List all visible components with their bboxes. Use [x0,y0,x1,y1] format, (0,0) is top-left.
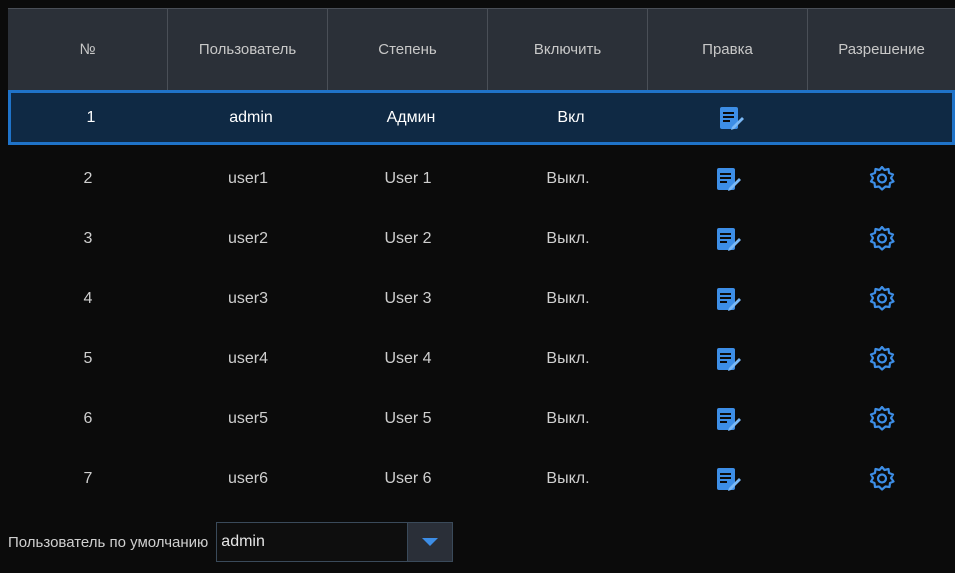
row-user: user4 [227,350,269,367]
permission-cell [808,465,955,492]
row-enabled: Выкл. [546,410,590,427]
row-number: 4 [83,290,93,307]
chevron-down-icon [422,538,439,546]
edit-cell [648,166,808,192]
row-user: user1 [227,170,269,187]
permission-cell [808,285,955,312]
edit-icon[interactable] [718,105,744,131]
table-row[interactable]: 1 admin Админ Вкл [8,90,955,145]
row-enabled: Выкл. [546,290,590,307]
user-management-screen: № Пользователь Степень Включить Правка Р… [0,0,955,573]
edit-cell [648,406,808,432]
row-user: user3 [227,290,269,307]
gear-icon[interactable] [869,225,895,252]
row-level: User 1 [384,170,432,187]
table-row[interactable]: 2 user1 User 1 Выкл. [8,149,955,209]
row-number: 7 [83,470,93,487]
gear-icon[interactable] [869,285,895,312]
edit-icon[interactable] [715,286,741,312]
table-row[interactable]: 5 user4 User 4 Выкл. [8,329,955,389]
header-level: Степень [328,9,488,90]
header-user: Пользователь [168,9,328,90]
row-enabled: Выкл. [546,350,590,367]
permission-cell [808,345,955,372]
edit-cell [651,105,811,131]
row-number: 6 [83,410,93,427]
edit-cell [648,226,808,252]
table-row[interactable]: 7 user6 User 6 Выкл. [8,449,955,509]
table-header: № Пользователь Степень Включить Правка Р… [8,8,955,90]
header-edit: Правка [648,9,808,90]
row-number: 2 [83,170,93,187]
edit-icon[interactable] [715,406,741,432]
header-number: № [8,9,168,90]
row-enabled: Выкл. [546,230,590,247]
edit-cell [648,346,808,372]
table-row[interactable]: 6 user5 User 5 Выкл. [8,389,955,449]
row-user: user6 [227,470,269,487]
row-user: user5 [227,410,269,427]
permission-cell [808,225,955,252]
row-level: User 5 [384,410,432,427]
edit-icon[interactable] [715,466,741,492]
default-user-bar: Пользователь по умолчанию admin [8,520,454,564]
row-level: Админ [386,108,436,126]
edit-icon[interactable] [715,226,741,252]
row-user: user2 [227,230,269,247]
row-number: 1 [86,108,96,126]
gear-icon[interactable] [869,345,895,372]
gear-icon[interactable] [869,465,895,492]
row-enabled: Вкл [557,108,585,126]
header-permission: Разрешение [838,41,925,58]
row-level: User 3 [384,290,432,307]
users-table: № Пользователь Степень Включить Правка Р… [8,8,955,509]
row-level: User 2 [384,230,432,247]
permission-cell [808,165,955,192]
gear-icon[interactable] [869,165,895,192]
gear-icon[interactable] [869,405,895,432]
default-user-select[interactable]: admin [216,522,454,562]
table-body: 1 admin Админ Вкл 2 user1 User 1 Выкл. 3 user2 Use… [8,90,955,509]
row-user: admin [229,108,273,126]
dropdown-button[interactable] [407,523,453,561]
row-enabled: Выкл. [546,170,590,187]
row-level: User 6 [384,470,432,487]
edit-cell [648,466,808,492]
row-number: 3 [83,230,93,247]
default-user-label: Пользователь по умолчанию [8,533,209,551]
edit-cell [648,286,808,312]
edit-icon[interactable] [715,166,741,192]
table-row[interactable]: 3 user2 User 2 Выкл. [8,209,955,269]
permission-cell [808,405,955,432]
row-number: 5 [83,350,93,367]
row-level: User 4 [384,350,432,367]
edit-icon[interactable] [715,346,741,372]
row-enabled: Выкл. [546,470,590,487]
default-user-value[interactable]: admin [217,523,407,561]
table-row[interactable]: 4 user3 User 3 Выкл. [8,269,955,329]
header-enable: Включить [488,9,648,90]
